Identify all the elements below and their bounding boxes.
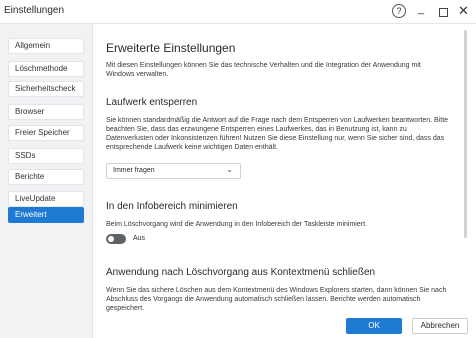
section-text-infobereich: Beim Löschvorgang wird die Anwendung in … bbox=[106, 221, 367, 228]
toggle-state-label: Aus bbox=[133, 235, 146, 242]
sidebar-item-sicherheitscheck[interactable]: Sicherheitscheck bbox=[8, 81, 84, 97]
section-heading-infobereich: In den Infobereich minimieren bbox=[106, 201, 238, 212]
toggle-knob bbox=[108, 236, 114, 242]
section-text-laufwerk: Sie können standardmäßig die Antwort auf… bbox=[106, 117, 449, 151]
sidebar-item-freier-speicher[interactable]: Freier Speicher bbox=[8, 125, 84, 141]
vertical-scrollbar[interactable] bbox=[464, 30, 467, 238]
sidebar: Allgemein Löschmethode Sicherheitscheck … bbox=[0, 24, 93, 338]
unlock-drive-select[interactable]: Immer fragen ⌄ bbox=[106, 163, 241, 179]
section-text-kontextmenue: Wenn Sie das sichere Löschen aus dem Kon… bbox=[106, 287, 447, 312]
help-icon[interactable]: ? bbox=[392, 4, 406, 18]
sidebar-item-browser[interactable]: Browser bbox=[8, 104, 84, 120]
settings-content: Erweiterte Einstellungen Mit diesen Eins… bbox=[93, 24, 476, 338]
minimize-icon[interactable]: _ bbox=[418, 3, 424, 15]
section-heading-kontextmenue: Anwendung nach Löschvorgang aus Kontextm… bbox=[106, 267, 376, 278]
dialog-footer: OK Abbrechen bbox=[93, 314, 476, 338]
sidebar-item-liveupdate[interactable]: LiveUpdate bbox=[8, 191, 84, 207]
intro-text: Mit diesen Einstellungen können Sie das … bbox=[106, 62, 421, 78]
sidebar-item-ssds[interactable]: SSDs bbox=[8, 148, 84, 164]
close-icon[interactable]: ✕ bbox=[458, 3, 469, 19]
window-title: Einstellungen bbox=[4, 5, 65, 16]
section-heading-laufwerk: Laufwerk entsperren bbox=[106, 97, 198, 108]
sidebar-item-allgemein[interactable]: Allgemein bbox=[8, 38, 84, 54]
ok-button[interactable]: OK bbox=[346, 318, 402, 334]
minimize-to-tray-toggle[interactable] bbox=[106, 234, 126, 244]
title-bar: Einstellungen ? _ ✕ bbox=[0, 0, 476, 24]
select-value: Immer fragen bbox=[113, 167, 155, 174]
cancel-button[interactable]: Abbrechen bbox=[412, 318, 468, 334]
maximize-icon[interactable] bbox=[439, 8, 448, 17]
sidebar-item-loeschmethode[interactable]: Löschmethode bbox=[8, 61, 84, 77]
chevron-down-icon: ⌄ bbox=[226, 165, 233, 174]
sidebar-item-berichte[interactable]: Berichte bbox=[8, 169, 84, 185]
sidebar-item-erweitert[interactable]: Erweitert bbox=[8, 207, 84, 223]
page-title: Erweiterte Einstellungen bbox=[106, 41, 236, 55]
